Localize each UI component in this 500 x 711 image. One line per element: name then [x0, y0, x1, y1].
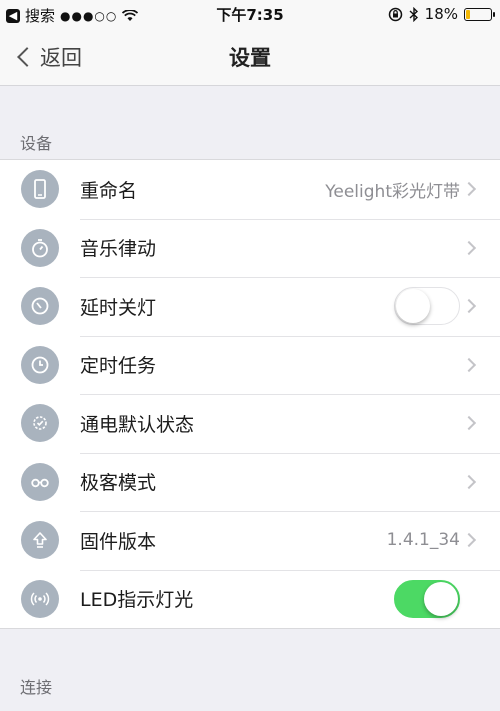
row-power-on-default[interactable]: 通电默认状态 — [0, 394, 500, 453]
timer-off-icon — [21, 287, 59, 325]
battery-percent: 18% — [424, 5, 458, 23]
row-delay-off: 延时关灯 — [0, 277, 500, 336]
chevron-right-icon — [461, 240, 477, 255]
device-name-value: Yeelight彩光灯带 — [325, 181, 460, 202]
status-right: 18% — [388, 5, 495, 23]
row-label: 极客模式 — [80, 472, 157, 495]
row-label: 重命名 — [80, 179, 138, 202]
phone-icon — [21, 170, 59, 208]
row-label: 延时关灯 — [80, 296, 157, 319]
row-firmware-version[interactable]: 固件版本 1.4.1_34 — [0, 511, 500, 570]
section-header-device: 设备 — [20, 134, 53, 153]
stopwatch-icon — [21, 228, 59, 267]
row-scheduled-tasks[interactable]: 定时任务 — [0, 335, 500, 395]
signal-waves-icon — [21, 579, 59, 618]
battery-fill — [466, 9, 470, 19]
battery-icon — [464, 7, 495, 21]
clock-icon — [21, 345, 59, 384]
page-title: 设置 — [229, 46, 271, 70]
row-led-indicator: LED指示灯光 — [0, 569, 500, 629]
status-bar: ◀ 搜索 ●●●○○ 下午7:35 18% — [0, 0, 500, 28]
chevron-right-icon — [461, 474, 477, 489]
section-header-connection: 连接 — [20, 678, 53, 697]
row-label: 音乐律动 — [80, 238, 157, 261]
row-label: 通电默认状态 — [80, 413, 195, 436]
toggle-knob — [424, 581, 458, 616]
row-label: 固件版本 — [80, 530, 157, 553]
delay-off-toggle[interactable] — [394, 287, 460, 326]
chevron-right-icon[interactable] — [461, 299, 477, 314]
row-rename[interactable]: 重命名 Yeelight彩光灯带 — [0, 160, 500, 219]
toggle-knob — [396, 289, 430, 324]
row-geek-mode[interactable]: 极客模式 — [0, 452, 500, 512]
chevron-right-icon — [461, 416, 477, 431]
power-default-icon — [21, 404, 59, 442]
chevron-right-icon — [461, 533, 477, 548]
upgrade-arrow-icon — [21, 521, 59, 559]
rotation-lock-icon — [388, 7, 402, 21]
navigation-bar: 返回 设置 — [0, 28, 500, 86]
glasses-icon — [21, 462, 59, 501]
row-label: LED指示灯光 — [80, 589, 194, 612]
row-label: 定时任务 — [80, 355, 157, 378]
firmware-version-value: 1.4.1_34 — [386, 530, 460, 551]
chevron-right-icon — [461, 357, 477, 372]
chevron-right-icon — [461, 182, 477, 197]
led-indicator-toggle[interactable] — [394, 579, 460, 618]
device-settings-group: 重命名 Yeelight彩光灯带 音乐律动 延时关灯 定时任务 通电默认状态 极… — [0, 159, 500, 629]
row-music-rhythm[interactable]: 音乐律动 — [0, 218, 500, 278]
bluetooth-icon — [409, 6, 418, 22]
